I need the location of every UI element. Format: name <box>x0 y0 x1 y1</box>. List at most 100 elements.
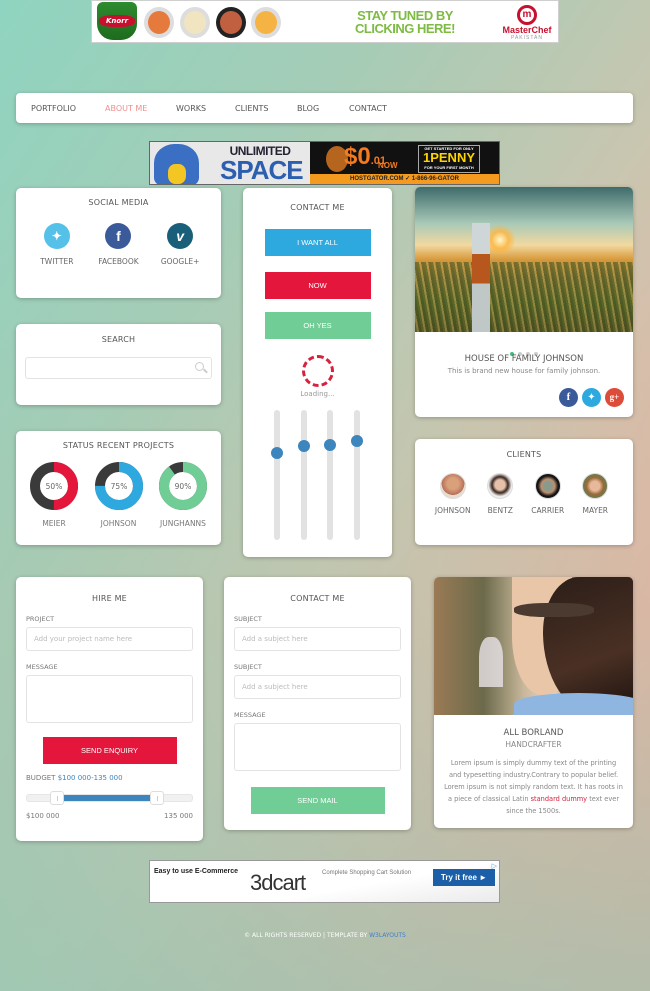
nav-portfolio[interactable]: PORTFOLIO <box>31 104 105 113</box>
top-banner-ad[interactable]: Knorr STAY TUNED BY CLICKING HERE! m Mas… <box>91 0 559 43</box>
house-title: HOUSE OF FAMILY JOHNSON <box>464 354 584 364</box>
project-label: PROJECT <box>26 615 55 623</box>
donut-label: 90% <box>175 482 192 491</box>
donut-chart: 50% <box>30 462 78 510</box>
search-box <box>25 357 212 381</box>
card-title: HIRE ME <box>92 594 127 603</box>
gator-mascot-icon <box>154 144 199 184</box>
now-button[interactable]: NOW <box>264 272 371 299</box>
avatar <box>534 473 561 499</box>
sushi-image <box>180 7 210 38</box>
range-handle-min[interactable] <box>49 791 64 805</box>
subject-label: SUBJECT <box>234 615 262 623</box>
oh-yes-button[interactable]: OH YES <box>264 312 371 339</box>
message-textarea[interactable] <box>234 723 401 771</box>
client-item[interactable]: JOHNSON <box>431 473 475 515</box>
social-media-card: SOCIAL MEDIA ✦ TWITTER f FACEBOOK v GOOG… <box>16 188 221 298</box>
project-donut: 90% JUNGHANNS <box>157 461 209 528</box>
slider-knob[interactable] <box>351 435 363 448</box>
bio-link[interactable]: standard dummy <box>531 795 587 803</box>
vertical-slider[interactable] <box>351 410 363 540</box>
search-input[interactable] <box>26 360 211 381</box>
project-name: MEIER <box>42 519 66 528</box>
ad-choices-icon[interactable]: ▷ <box>492 862 497 870</box>
donut-label: 75% <box>110 482 127 491</box>
message-label: MESSAGE <box>234 711 266 719</box>
nav-clients[interactable]: CLIENTS <box>235 104 297 113</box>
3dcart-banner-ad[interactable]: Easy to use E-Commerce 3dcart Complete S… <box>149 860 500 903</box>
budget-range-slider[interactable] <box>26 791 193 805</box>
masterchef-logo: m MasterChef PAKISTAN <box>497 5 557 41</box>
twitter-icon: ✦ <box>43 223 70 249</box>
slider-knob[interactable] <box>271 446 283 459</box>
avatar <box>487 473 514 499</box>
donut-chart: 90% <box>159 462 207 510</box>
project-name: JUNGHANNS <box>160 519 206 528</box>
nav-about-me[interactable]: ABOUT ME <box>105 104 176 113</box>
vimeo-icon: v <box>167 223 194 249</box>
client-item[interactable]: MAYER <box>573 473 617 515</box>
profile-name: ALL BORLAND <box>503 728 564 738</box>
client-item[interactable]: CARRIER <box>526 473 570 515</box>
card-title: CONTACT ME <box>290 594 345 603</box>
3dcart-logo: 3dcart <box>250 870 306 895</box>
house-card: HOUSE OF FAMILY JOHNSON This is brand ne… <box>415 187 633 417</box>
nav-blog[interactable]: BLOG <box>297 104 349 113</box>
nav-works[interactable]: WORKS <box>176 104 235 113</box>
footer: © ALL RIGHTS RESERVED | TEMPLATE BY W3LA… <box>244 932 406 939</box>
vertical-slider[interactable] <box>324 410 336 540</box>
profile-role: HANDCRAFTER <box>505 740 562 749</box>
facebook-icon[interactable]: f <box>559 388 578 407</box>
social-twitter[interactable]: ✦ TWITTER <box>27 223 87 266</box>
client-item[interactable]: BENTZ <box>478 473 522 515</box>
project-donut: 75% JOHNSON <box>93 461 145 528</box>
facebook-icon: f <box>105 223 132 249</box>
hire-me-form: HIRE ME PROJECT MESSAGE SEND ENQUIRY BUD… <box>16 577 203 841</box>
project-name: JOHNSON <box>100 519 137 528</box>
card-title: SOCIAL MEDIA <box>88 198 149 207</box>
profile-card: ALL BORLAND HANDCRAFTER Lorem ipsum is s… <box>434 577 633 828</box>
loading-indicator: Loading... <box>243 355 392 398</box>
vertical-slider[interactable] <box>298 410 310 540</box>
knorr-logo: Knorr <box>97 2 137 40</box>
search-card: SEARCH <box>16 324 221 405</box>
google-plus-icon[interactable]: g+ <box>605 388 624 407</box>
sushi-image <box>251 7 281 38</box>
sushi-image <box>144 7 174 38</box>
slider-knob[interactable] <box>324 439 336 452</box>
carousel-dots <box>415 341 633 356</box>
contact-buttons-card: CONTACT ME I WANT ALL NOW OH YES Loading… <box>243 188 392 557</box>
subject-input[interactable] <box>234 627 401 651</box>
vertical-slider[interactable] <box>271 410 283 540</box>
subject-input-2[interactable] <box>234 675 401 699</box>
donut-chart: 75% <box>94 462 143 510</box>
card-title: SEARCH <box>101 335 136 344</box>
try-it-free-button[interactable]: Try it free ► <box>433 869 495 886</box>
twitter-icon[interactable]: ✦ <box>582 388 601 407</box>
range-fill <box>56 795 158 801</box>
hostgator-banner-ad[interactable]: UNLIMITED SPACE $0.01 NOW GET STARTED FO… <box>149 141 500 185</box>
search-icon[interactable] <box>195 362 204 371</box>
range-min-label: $100 000 <box>26 812 60 820</box>
social-facebook[interactable]: f FACEBOOK <box>88 223 148 266</box>
project-input[interactable] <box>26 627 193 651</box>
message-textarea[interactable] <box>26 675 193 723</box>
send-mail-button[interactable]: SEND MAIL <box>250 787 385 814</box>
card-title: CONTACT ME <box>290 203 345 212</box>
card-title: CLIENTS <box>506 450 542 459</box>
send-enquiry-button[interactable]: SEND ENQUIRY <box>42 737 177 764</box>
house-photo <box>415 187 633 332</box>
i-want-all-button[interactable]: I WANT ALL <box>264 229 371 256</box>
profile-photo <box>434 577 633 715</box>
range-handle-max[interactable] <box>150 791 165 805</box>
w3layouts-link[interactable]: W3LAYOUTS <box>369 932 406 939</box>
nav-contact[interactable]: CONTACT <box>349 104 387 113</box>
house-subtitle: This is brand new house for family johns… <box>447 367 601 375</box>
social-google-plus[interactable]: v GOOGLE+ <box>150 223 210 266</box>
contact-form: CONTACT ME SUBJECT SUBJECT MESSAGE SEND … <box>224 577 411 830</box>
slider-knob[interactable] <box>298 440 310 453</box>
main-nav: PORTFOLIO ABOUT ME WORKS CLIENTS BLOG CO… <box>16 93 633 123</box>
avatar <box>582 473 609 499</box>
budget-readout: BUDGET $100 000-135 000 <box>26 774 123 782</box>
profile-bio: Lorem ipsum is simply dummy text of the … <box>444 759 623 815</box>
